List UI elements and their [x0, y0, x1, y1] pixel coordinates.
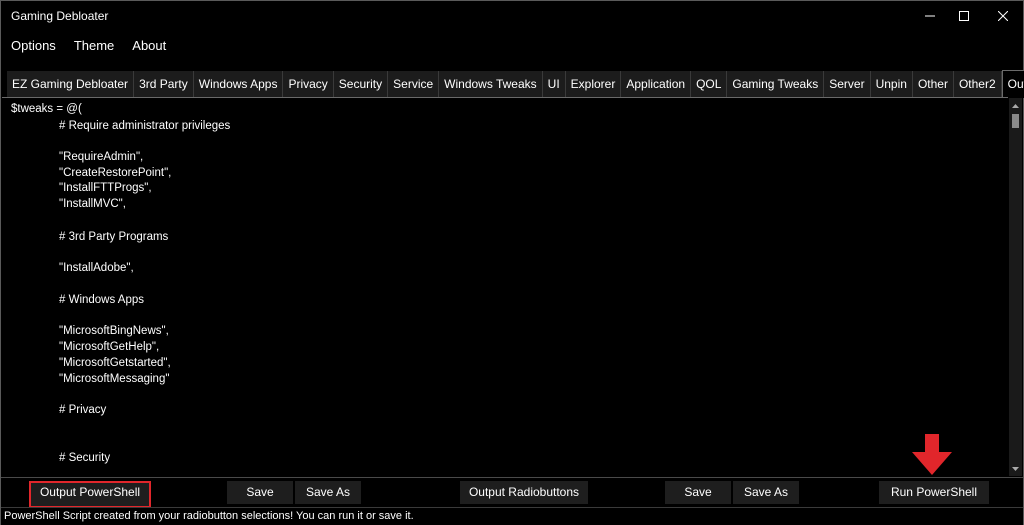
code-line: # Require administrator privileges	[59, 120, 231, 132]
code-line: $tweaks = @(	[11, 103, 82, 115]
code-line: # Windows Apps	[59, 294, 145, 306]
code-line: "MicrosoftGetHelp",	[59, 341, 160, 353]
scroll-up-arrow-icon[interactable]	[1009, 99, 1022, 112]
code-line: "MicrosoftBingNews",	[59, 325, 169, 337]
menu-bar: Options Theme About	[1, 33, 175, 59]
maximize-button[interactable]	[947, 1, 981, 31]
title-bar: Gaming Debloater	[1, 1, 1023, 31]
code-line: "CreateRestorePoint",	[59, 167, 172, 179]
editor-scrollbar[interactable]	[1009, 98, 1022, 476]
scroll-down-arrow-icon[interactable]	[1009, 462, 1022, 475]
code-line: "RequireAdmin",	[59, 151, 144, 163]
minimize-icon	[925, 15, 935, 17]
code-line: # 3rd Party Programs	[59, 231, 169, 243]
output-radiobuttons-button[interactable]: Output Radiobuttons	[460, 481, 588, 504]
code-line: "MicrosoftGetstarted",	[59, 357, 171, 369]
code-line: "InstallAdobe",	[59, 262, 134, 274]
code-line: "MicrosoftMessaging"	[59, 373, 170, 385]
save-button[interactable]: Save	[227, 481, 293, 504]
tab-output[interactable]: Output	[1001, 70, 1024, 98]
tab-application[interactable]: Application	[621, 71, 692, 97]
tab-other[interactable]: Other	[913, 71, 954, 97]
code-line: # Security	[59, 452, 111, 464]
menu-about[interactable]: About	[123, 33, 175, 59]
close-icon	[998, 11, 1008, 21]
status-bar: PowerShell Script created from your radi…	[1, 507, 1023, 525]
tab-qol[interactable]: QOL	[691, 71, 728, 97]
app-title: Gaming Debloater	[11, 9, 109, 23]
tab-unpin[interactable]: Unpin	[871, 71, 913, 97]
tab-explorer[interactable]: Explorer	[566, 71, 622, 97]
menu-options[interactable]: Options	[1, 33, 65, 59]
tab-windows-apps[interactable]: Windows Apps	[194, 71, 284, 97]
tab-gaming-tweaks[interactable]: Gaming Tweaks	[727, 71, 825, 97]
tab-windows-tweaks[interactable]: Windows Tweaks	[439, 71, 543, 97]
code-line: # Privacy	[59, 404, 107, 416]
tab-privacy[interactable]: Privacy	[283, 71, 334, 97]
code-line: "InstallFTTProgs",	[59, 182, 152, 194]
save-as-button-2[interactable]: Save As	[733, 481, 799, 504]
save-button-2[interactable]: Save	[665, 481, 731, 504]
app-window: Gaming Debloater Options Theme About EZ …	[0, 0, 1024, 525]
output-powershell-button[interactable]: Output PowerShell	[29, 481, 151, 508]
maximize-icon	[959, 11, 969, 21]
menu-theme[interactable]: Theme	[65, 33, 123, 59]
button-bar: Output PowerShell Save Save As Output Ra…	[1, 477, 1023, 508]
code-line: "InstallMVC",	[59, 198, 126, 210]
script-editor[interactable]: $tweaks = @( # Require administrator pri…	[2, 97, 1008, 478]
run-powershell-button[interactable]: Run PowerShell	[879, 481, 989, 504]
scroll-thumb[interactable]	[1012, 114, 1019, 128]
red-arrow-down-icon	[912, 434, 952, 475]
tab-server[interactable]: Server	[824, 71, 871, 97]
tab-other2[interactable]: Other2	[954, 71, 1002, 97]
save-as-button[interactable]: Save As	[295, 481, 361, 504]
status-message: PowerShell Script created from your radi…	[4, 510, 414, 522]
minimize-button[interactable]	[913, 1, 947, 31]
close-button[interactable]	[986, 1, 1020, 31]
tab-security[interactable]: Security	[334, 71, 389, 97]
tab-bar: EZ Gaming Debloater 3rd Party Windows Ap…	[7, 70, 1024, 98]
tab-service[interactable]: Service	[388, 71, 440, 97]
tab-3rd-party[interactable]: 3rd Party	[134, 71, 194, 97]
tab-ez-gaming-debloater[interactable]: EZ Gaming Debloater	[7, 71, 135, 97]
tab-ui[interactable]: UI	[543, 71, 566, 97]
